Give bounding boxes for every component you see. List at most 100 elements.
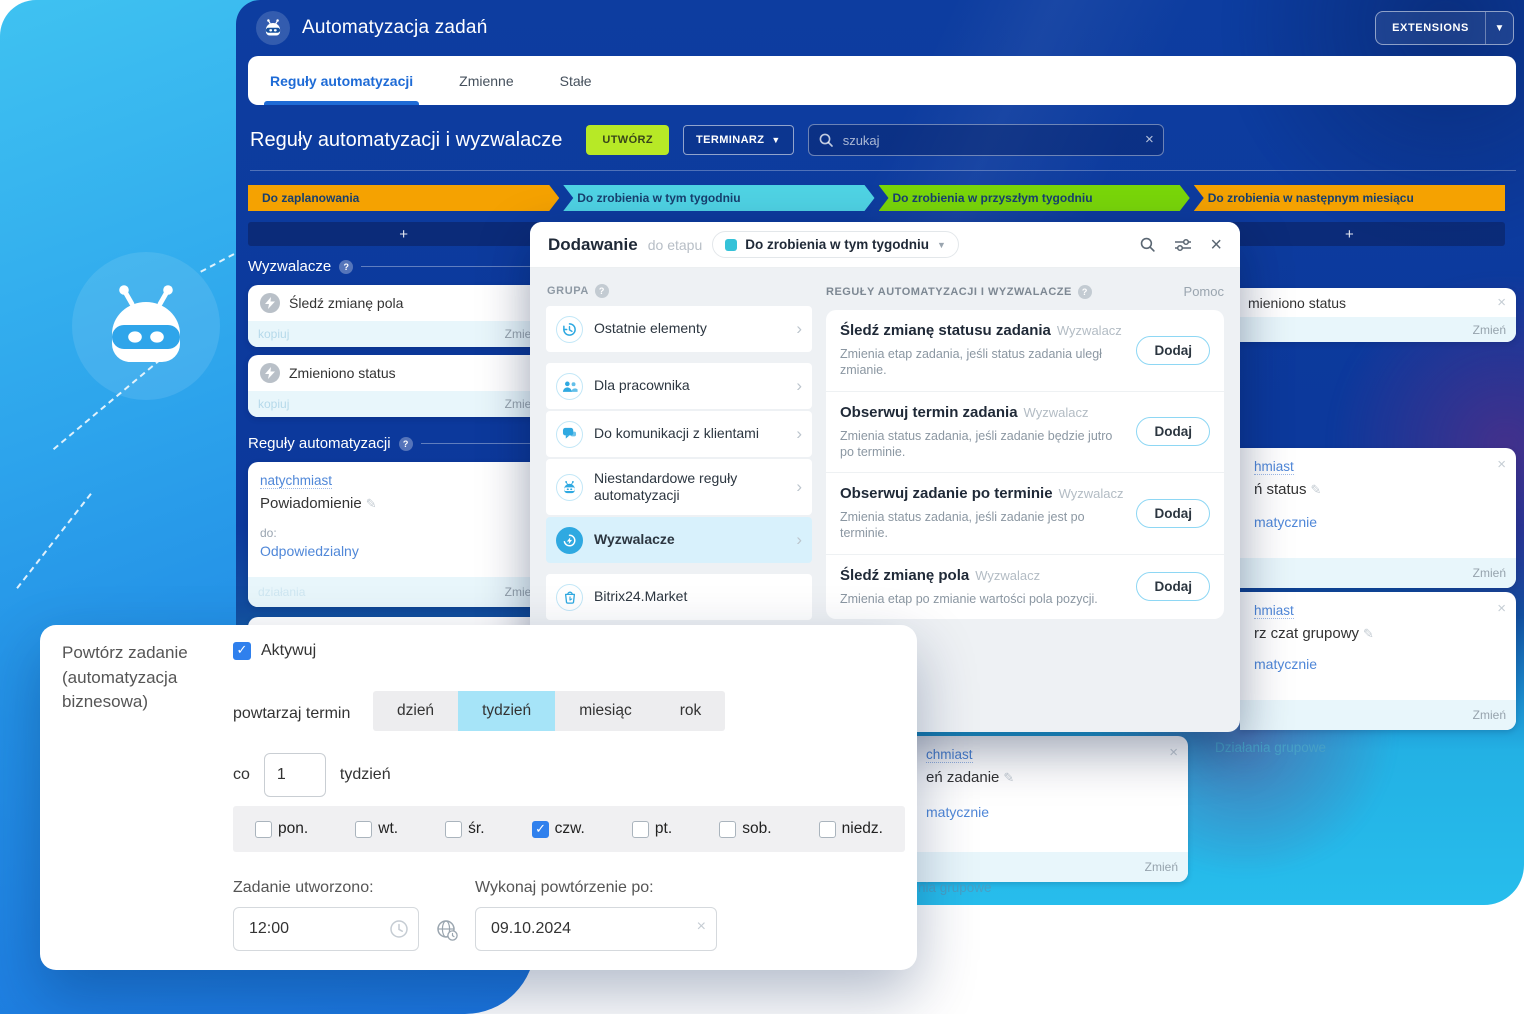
pencil-icon[interactable]: ✎	[1311, 482, 1322, 497]
activate-checkbox[interactable]	[233, 642, 251, 660]
column-header-tym-tygodniu[interactable]: Do zrobienia w tym tygodniu	[563, 185, 874, 211]
pencil-icon[interactable]: ✎	[1363, 626, 1374, 641]
to-value-link[interactable]: Odpowiedzialny	[260, 543, 536, 559]
period-option-miesiac[interactable]: miesiąc	[555, 691, 656, 731]
pencil-icon[interactable]: ✎	[1003, 770, 1014, 785]
add-rule-button[interactable]: Dodaj	[1136, 417, 1210, 446]
period-option-dzien[interactable]: dzień	[373, 691, 458, 731]
help-icon[interactable]: ?	[339, 260, 353, 274]
group-item-niestandardowe[interactable]: Niestandardowe reguły automatyzacji ›	[546, 459, 812, 515]
close-icon[interactable]: ×	[1497, 294, 1506, 311]
column-header-nastepnym-miesiacu[interactable]: Do zrobienia w następnym miesiącu	[1194, 185, 1505, 211]
auto-link[interactable]: matycznie	[1254, 656, 1502, 672]
actions-link[interactable]: działania	[258, 585, 305, 599]
day-pon[interactable]: pon.	[255, 820, 308, 838]
add-card-button[interactable]: +	[1194, 222, 1505, 246]
change-link[interactable]: Zmień	[1145, 860, 1178, 874]
help-link[interactable]: Pomoc	[1184, 284, 1224, 299]
group-item-komunikacja[interactable]: Do komunikacji z klientami ›	[546, 411, 812, 457]
day-pt[interactable]: pt.	[632, 820, 672, 838]
close-icon[interactable]: ×	[1169, 744, 1178, 761]
tab-stale[interactable]: Stałe	[560, 56, 592, 105]
day-czw[interactable]: czw.	[532, 820, 585, 838]
help-icon[interactable]: ?	[595, 284, 609, 298]
add-rule-button[interactable]: Dodaj	[1136, 499, 1210, 528]
group-item-wyzwalacze[interactable]: Wyzwalacze ›	[546, 517, 812, 563]
schedule-button[interactable]: TERMINARZ ▼	[683, 125, 794, 155]
date-field: ×	[475, 907, 717, 951]
day-checkbox[interactable]	[532, 821, 549, 838]
close-icon[interactable]: ×	[1497, 456, 1506, 473]
group-item-market[interactable]: Bitrix24.Market	[546, 574, 812, 620]
top-bar: Automatyzacja zadań EXTENSIONS ▼	[236, 0, 1524, 56]
rule-card-partial[interactable]: hmiast rz czat grupowy✎ matycznie × Zmie…	[1240, 592, 1516, 730]
day-sob[interactable]: sob.	[719, 820, 771, 838]
period-option-rok[interactable]: rok	[656, 691, 726, 731]
every-value-input[interactable]	[264, 753, 326, 797]
change-link[interactable]: Zmień	[1473, 708, 1506, 722]
tab-zmienne[interactable]: Zmienne	[459, 56, 513, 105]
day-checkbox[interactable]	[632, 821, 649, 838]
tab-reguly-automatyzacji[interactable]: Reguły automatyzacji	[270, 56, 413, 105]
filter-sliders-icon[interactable]	[1174, 237, 1192, 253]
create-button[interactable]: UTWÓRZ	[586, 125, 669, 155]
modal-rules-header: REGUŁY AUTOMATYZACJI I WYZWALACZE ? Pomo…	[826, 284, 1224, 299]
day-checkbox[interactable]	[719, 821, 736, 838]
day-checkbox[interactable]	[355, 821, 372, 838]
add-rule-button[interactable]: Dodaj	[1136, 336, 1210, 365]
rule-card-partial[interactable]: hmiast ń status✎ matycznie × Zmień	[1240, 448, 1516, 588]
auto-link[interactable]: matycznie	[926, 804, 1174, 820]
date-input[interactable]	[489, 919, 682, 939]
robot-icon	[98, 284, 194, 368]
trigger-card[interactable]: Zmieniono status kopiuj Zmień	[248, 355, 548, 417]
add-rule-button[interactable]: Dodaj	[1136, 572, 1210, 601]
copy-link[interactable]: kopiuj	[258, 397, 289, 411]
day-checkbox[interactable]	[819, 821, 836, 838]
trigger-badge: Wyzwalacz	[1057, 323, 1122, 338]
trigger-badge: Wyzwalacz	[1059, 486, 1124, 501]
add-card-button[interactable]: +	[248, 222, 559, 246]
group-item-ostatnie-elementy[interactable]: Ostatnie elementy ›	[546, 306, 812, 352]
close-icon[interactable]: ×	[1210, 235, 1222, 255]
help-icon[interactable]: ?	[399, 437, 413, 451]
rule-row: Śledź zmianę statusu zadaniaWyzwalacz Zm…	[826, 310, 1224, 392]
group-actions-link[interactable]: nia grupowe	[918, 880, 992, 895]
clock-icon[interactable]	[389, 919, 409, 944]
repeat-panel-title: Powtórz zadanie (automatyzacja biznesowa…	[62, 641, 228, 715]
day-niedz[interactable]: niedz.	[819, 820, 883, 838]
time-input[interactable]	[247, 919, 384, 939]
close-icon[interactable]: ×	[1497, 600, 1506, 617]
when-link[interactable]: hmiast	[1254, 459, 1294, 475]
search-input[interactable]	[841, 132, 1133, 149]
day-sr[interactable]: śr.	[445, 820, 484, 838]
change-link[interactable]: Zmień	[1473, 323, 1506, 337]
extensions-button[interactable]: EXTENSIONS ▼	[1375, 11, 1514, 45]
search-icon	[818, 132, 834, 148]
group-actions-link[interactable]: Działania grupowe	[1215, 740, 1326, 755]
when-link[interactable]: hmiast	[1254, 603, 1294, 619]
pencil-icon[interactable]: ✎	[366, 496, 377, 511]
search-clear-icon[interactable]: ×	[1145, 131, 1154, 148]
search-icon[interactable]	[1139, 236, 1156, 253]
trigger-card-partial[interactable]: mieniono status × Zmień	[1240, 288, 1516, 342]
column-header-przyszlym-tygodniu[interactable]: Do zrobienia w przyszłym tygodniu	[879, 185, 1190, 211]
group-item-dla-pracownika[interactable]: Dla pracownika ›	[546, 363, 812, 409]
day-checkbox[interactable]	[255, 821, 272, 838]
chevron-down-icon[interactable]: ▼	[1485, 12, 1513, 44]
change-link[interactable]: Zmień	[1473, 566, 1506, 580]
rule-card-partial[interactable]: chmiast eń zadanie✎ matycznie × Zmień	[916, 736, 1188, 882]
timezone-globe-icon[interactable]	[435, 918, 459, 947]
day-wt[interactable]: wt.	[355, 820, 398, 838]
stage-selector[interactable]: Do zrobienia w tym tygodniu ▼	[712, 231, 959, 258]
clear-date-icon[interactable]: ×	[697, 918, 706, 936]
auto-link[interactable]: matycznie	[1254, 514, 1502, 530]
copy-link[interactable]: kopiuj	[258, 327, 289, 341]
day-checkbox[interactable]	[445, 821, 462, 838]
help-icon[interactable]: ?	[1078, 285, 1092, 299]
trigger-card[interactable]: Śledź zmianę pola kopiuj Zmień	[248, 285, 548, 347]
rule-card[interactable]: natychmiast Powiadomienie✎ do: Odpowiedz…	[248, 462, 548, 607]
column-header-do-zaplanowania[interactable]: Do zaplanowania	[248, 185, 559, 211]
when-link[interactable]: chmiast	[926, 747, 973, 763]
when-link[interactable]: natychmiast	[260, 473, 332, 489]
period-option-tydzien[interactable]: tydzień	[458, 691, 555, 731]
